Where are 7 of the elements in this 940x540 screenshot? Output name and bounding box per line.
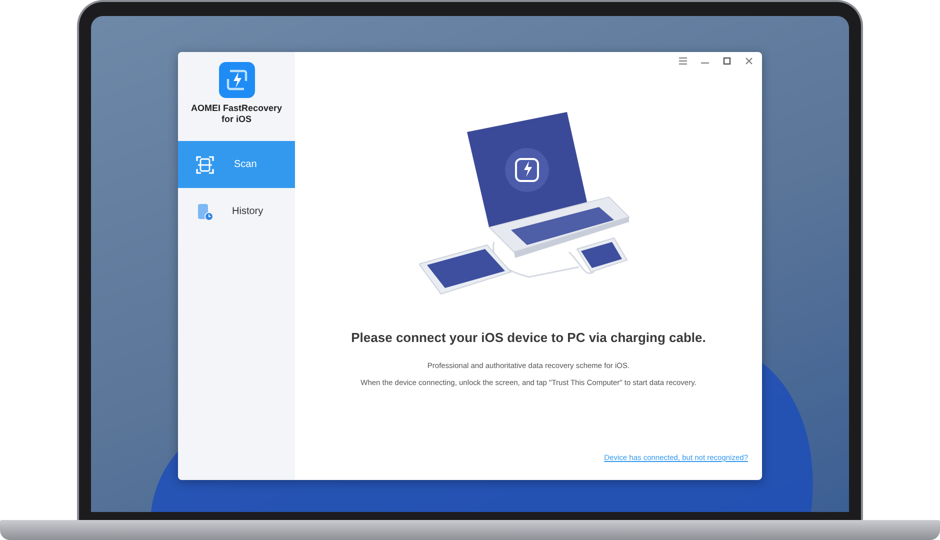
app-name: AOMEI FastRecovery for iOS (190, 103, 284, 125)
scan-frame-icon (196, 156, 214, 174)
sidebar-item[interactable]: Scan (178, 141, 295, 188)
phone-clock-icon (196, 202, 214, 220)
connect-heading: Please connect your iOS device to PC via charging cable. (351, 330, 706, 345)
app-logo-icon (218, 62, 254, 98)
sidebar-item[interactable]: History (178, 188, 295, 235)
